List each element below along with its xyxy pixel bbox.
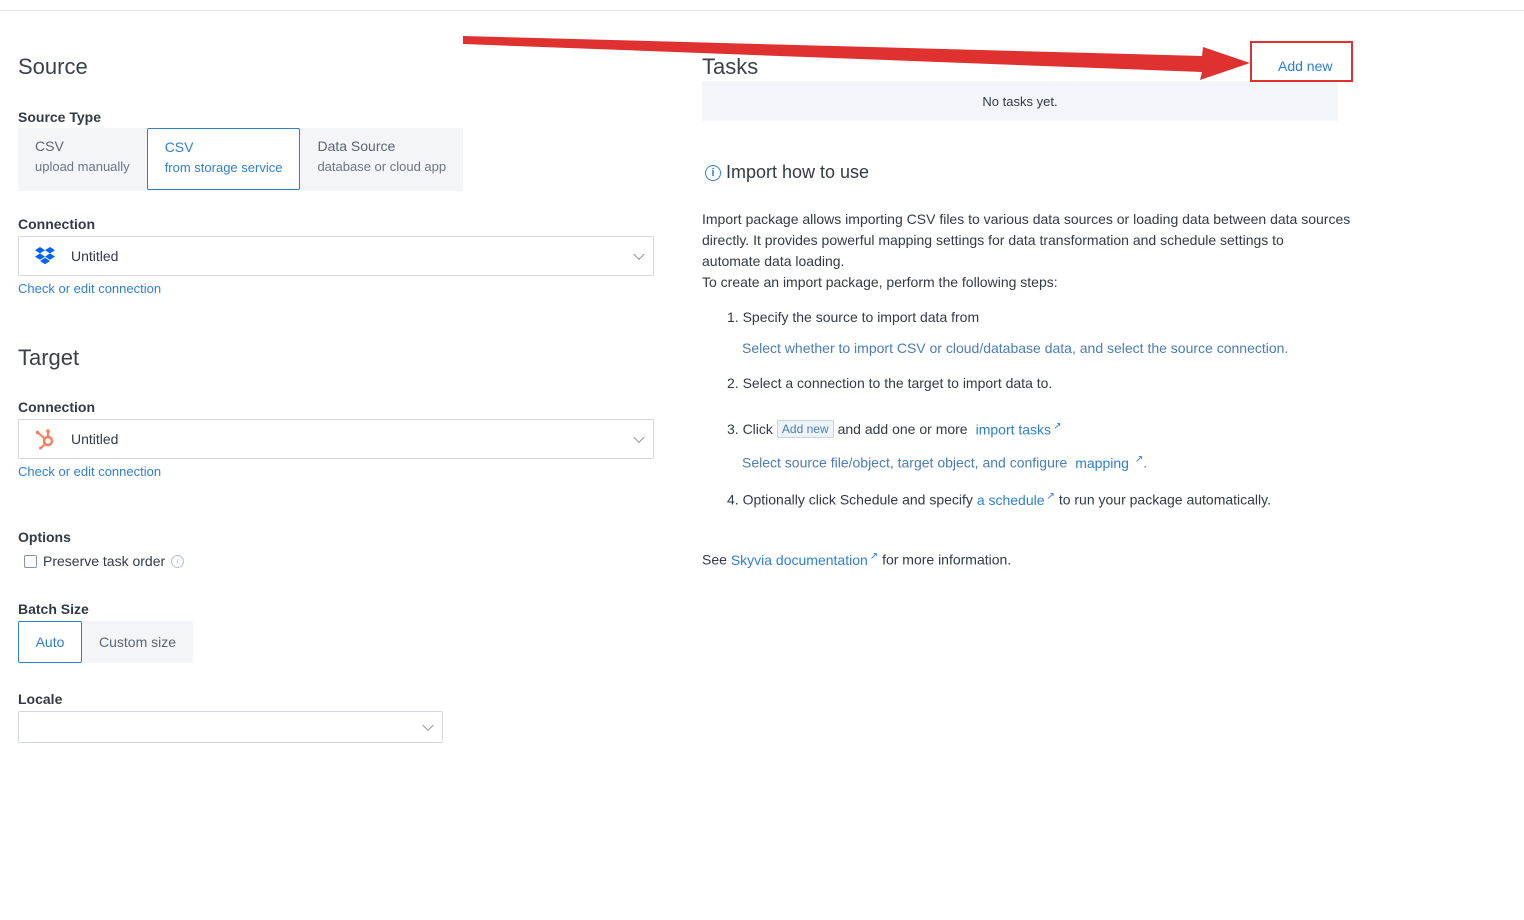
- annotation-highlight-box: [1250, 41, 1353, 82]
- annotation-arrow-icon: [463, 36, 1250, 80]
